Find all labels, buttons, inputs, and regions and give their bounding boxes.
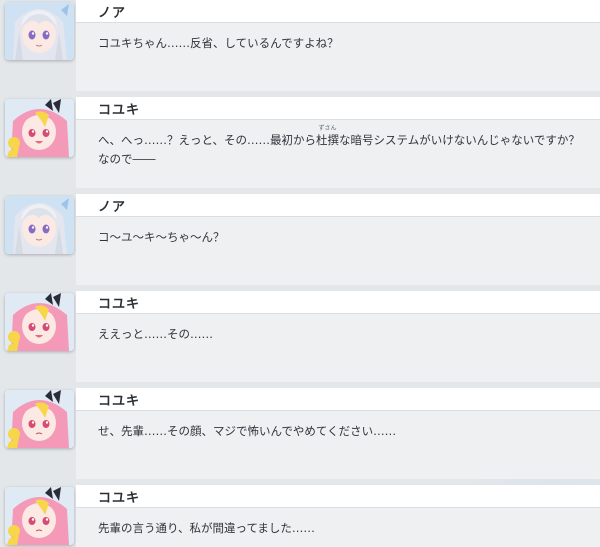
noa-portrait-icon [5, 2, 74, 60]
message-text-box: へ、へっ……？えっと、その……最初から杜撰 ずさん な暗号システムがいけないんじゃな… [76, 120, 600, 188]
speaker-name-bar: ノア [76, 194, 600, 217]
chat-message: コユキ ええっと……その…… [0, 291, 600, 383]
koyuki-portrait-icon [5, 99, 74, 157]
message-line: コ～ユ～キ～ちゃ～ん？ [98, 230, 225, 244]
message-text-box: コ～ユ～キ～ちゃ～ん？ [76, 217, 600, 285]
line-segment: へ、へっ……？えっと、その……最初から [98, 133, 317, 147]
chat-message: コユキ へ、へっ……？えっと、その……最初から杜撰 ずさん な暗号システムがいけない… [0, 97, 600, 189]
koyuki-portrait-icon [5, 487, 74, 545]
koyuki-portrait-icon [5, 390, 74, 448]
speaker-name-bar: コユキ [76, 291, 600, 314]
ruby-annotated-word: 杜撰 ずさん [316, 125, 340, 148]
speaker-name: コユキ [98, 491, 141, 506]
speaker-name: コユキ [98, 394, 141, 409]
message-text-box: ええっと……その…… [76, 314, 600, 382]
message-line: へ、へっ……？えっと、その……最初から杜撰 ずさん な暗号システムがいけないんじゃな… [98, 125, 580, 148]
koyuki-portrait-icon [5, 293, 74, 351]
speaker-name: コユキ [98, 103, 141, 118]
message-line: なので―― [98, 152, 156, 166]
speaker-name: コユキ [98, 297, 141, 312]
message-line: 先輩の言う通り、私が間違ってました…… [98, 521, 315, 535]
chat-message: コユキ せ、先輩……その顔、マジで怖いんでやめてください…… [0, 388, 600, 480]
message-line: コユキちゃん……反省、しているんですよね？ [98, 36, 339, 50]
message-text-box: せ、先輩……その顔、マジで怖いんでやめてください…… [76, 411, 600, 479]
speaker-name: ノア [98, 6, 127, 21]
chat-message: ノア コユキちゃん……反省、しているんですよね？ [0, 0, 600, 92]
ruby-reading: ずさん [318, 125, 337, 132]
chat-message: コユキ 先輩の言う通り、私が間違ってました…… [0, 485, 600, 547]
chat-message: ノア コ～ユ～キ～ちゃ～ん？ [0, 194, 600, 286]
ruby-base: 杜撰 [316, 133, 340, 147]
speaker-name-bar: ノア [76, 0, 600, 23]
message-text-box: コユキちゃん……反省、しているんですよね？ [76, 23, 600, 91]
message-line: ええっと……その…… [98, 327, 213, 341]
speaker-name-bar: コユキ [76, 485, 600, 508]
message-line: せ、先輩……その顔、マジで怖いんでやめてください…… [98, 424, 397, 438]
noa-portrait-icon [5, 196, 74, 254]
speaker-name-bar: コユキ [76, 388, 600, 411]
line-segment: な暗号システムがいけないんじゃないですか？ [339, 133, 580, 147]
message-text-box: 先輩の言う通り、私が間違ってました…… [76, 508, 600, 547]
speaker-name-bar: コユキ [76, 97, 600, 120]
speaker-name: ノア [98, 200, 127, 215]
